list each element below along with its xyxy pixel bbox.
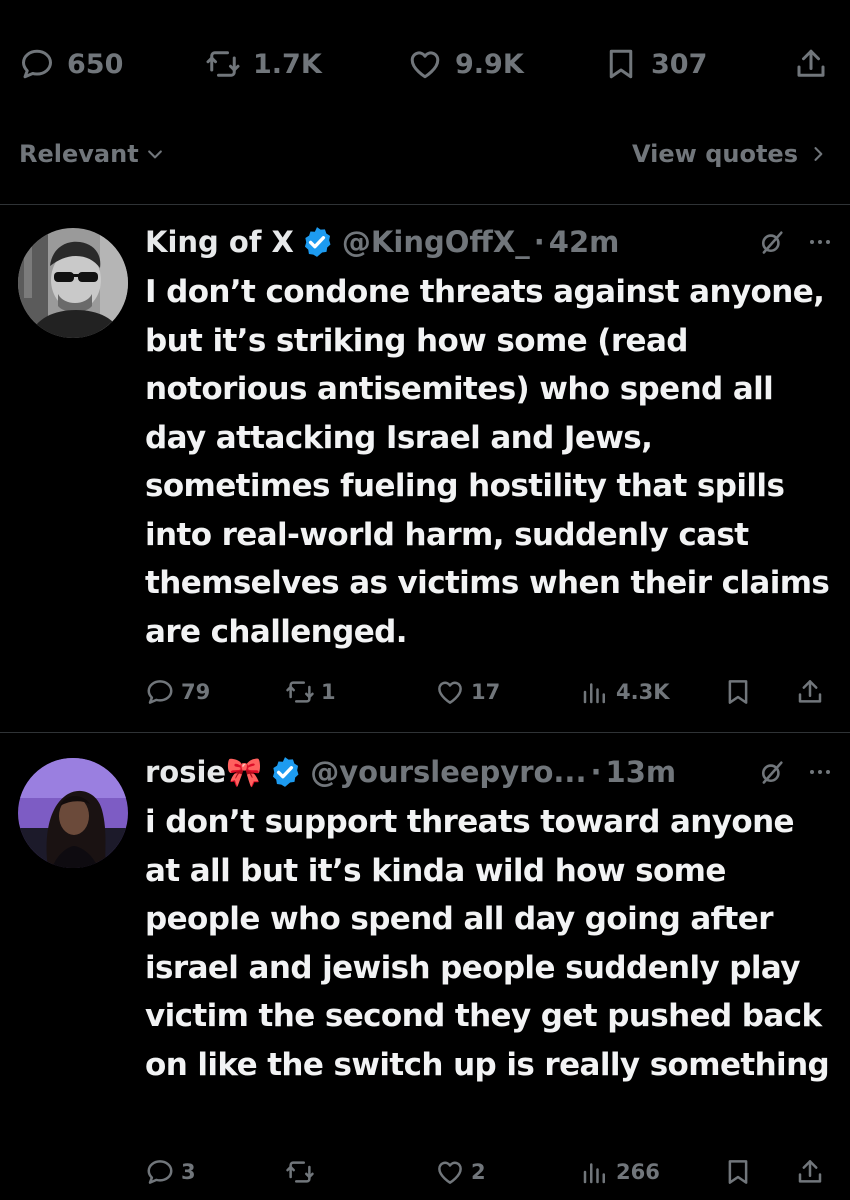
chevron-right-icon [814, 147, 823, 161]
separator: · [533, 225, 545, 259]
like-button[interactable]: 2 [435, 1152, 486, 1192]
share-button[interactable] [793, 40, 829, 88]
like-count: 17 [471, 680, 501, 704]
relevant-label: Relevant [19, 140, 139, 168]
reply-text: i don’t support threats toward anyone at… [145, 804, 830, 1083]
reply-header-actions [758, 752, 832, 792]
reply-action-bar: 3 2 266 [145, 1152, 832, 1192]
verified-icon [304, 227, 331, 257]
repost-count: 1.7K [253, 48, 322, 80]
reply-icon [147, 1160, 173, 1184]
repost-count: 1 [321, 680, 336, 704]
divider [0, 204, 850, 205]
share-button[interactable] [795, 1152, 825, 1192]
views-button[interactable]: 4.3K [580, 672, 669, 712]
repost-button[interactable]: 1 [285, 672, 336, 712]
like-button[interactable]: 9.9K [407, 40, 524, 88]
like-icon [438, 681, 462, 704]
like-icon [410, 51, 440, 79]
reply-icon [147, 680, 173, 704]
reply-content: rosie🎀 @yoursleepyro... · 13m i don’t su… [145, 752, 832, 1089]
reply-post[interactable]: King of X @KingOffX_ · 42m I don’t condo… [0, 222, 850, 712]
author-name[interactable]: rosie🎀 [145, 755, 262, 790]
share-icon [797, 49, 825, 77]
replies-sort-row: Relevant View quotes [0, 134, 850, 174]
view-count: 266 [616, 1160, 660, 1184]
reply-header: King of X @KingOffX_ · 42m [145, 222, 832, 262]
more-icon[interactable] [808, 760, 832, 784]
bookmark-button[interactable] [723, 1152, 753, 1192]
reply-button[interactable]: 3 [145, 1152, 196, 1192]
view-quotes-link[interactable]: View quotes [632, 134, 828, 174]
like-icon [438, 1161, 462, 1184]
like-count: 2 [471, 1160, 486, 1184]
like-button[interactable]: 17 [435, 672, 500, 712]
avatar[interactable] [18, 228, 128, 338]
repost-icon [286, 1161, 314, 1183]
post-time[interactable]: 42m [549, 225, 620, 259]
share-button[interactable] [795, 672, 825, 712]
bookmark-count: 307 [651, 48, 708, 80]
reply-icon [22, 49, 52, 79]
author-name[interactable]: King of X [145, 225, 294, 259]
view-count: 4.3K [616, 680, 670, 704]
repost-icon [206, 51, 240, 77]
reply-post[interactable]: rosie🎀 @yoursleepyro... · 13m i don’t su… [0, 752, 850, 1200]
reply-action-bar: 79 1 17 4.3K [145, 672, 832, 712]
bookmark-icon [728, 680, 748, 704]
reply-count: 79 [181, 680, 211, 704]
repost-button[interactable] [285, 1152, 321, 1192]
tweet-action-bar: 650 1.7K 9.9K 307 [0, 40, 850, 88]
bookmark-icon [728, 1160, 748, 1184]
more-icon[interactable] [808, 230, 832, 254]
reply-text: I don’t condone threats against anyone, … [145, 274, 830, 650]
divider [0, 732, 850, 733]
views-button[interactable]: 266 [580, 1152, 660, 1192]
post-time[interactable]: 13m [606, 755, 677, 789]
bookmark-button[interactable]: 307 [603, 40, 707, 88]
share-icon [798, 680, 822, 703]
repost-icon [286, 681, 314, 703]
share-icon [798, 1160, 822, 1183]
bookmark-icon [609, 49, 633, 79]
reply-count: 3 [181, 1160, 196, 1184]
repost-button[interactable]: 1.7K [205, 40, 322, 88]
reply-header-actions [758, 222, 832, 262]
reply-button[interactable]: 650 [19, 40, 123, 88]
reply-button[interactable]: 79 [145, 672, 210, 712]
views-icon [583, 683, 605, 704]
avatar[interactable] [18, 758, 128, 868]
author-handle[interactable]: @KingOffX_ [342, 225, 530, 259]
reply-count: 650 [67, 48, 124, 80]
grok-icon[interactable] [758, 228, 786, 256]
reply-content: King of X @KingOffX_ · 42m I don’t condo… [145, 222, 832, 656]
verified-icon [273, 757, 299, 787]
view-quotes-label: View quotes [632, 140, 798, 168]
grok-icon[interactable] [758, 758, 786, 786]
author-handle[interactable]: @yoursleepyro... [310, 755, 586, 789]
views-icon [583, 1163, 605, 1184]
bookmark-button[interactable] [723, 672, 753, 712]
separator: · [590, 755, 602, 789]
chevron-down-icon [147, 150, 162, 159]
like-count: 9.9K [455, 48, 524, 80]
reply-header: rosie🎀 @yoursleepyro... · 13m [145, 752, 832, 792]
relevant-sort-dropdown[interactable]: Relevant [19, 134, 165, 174]
